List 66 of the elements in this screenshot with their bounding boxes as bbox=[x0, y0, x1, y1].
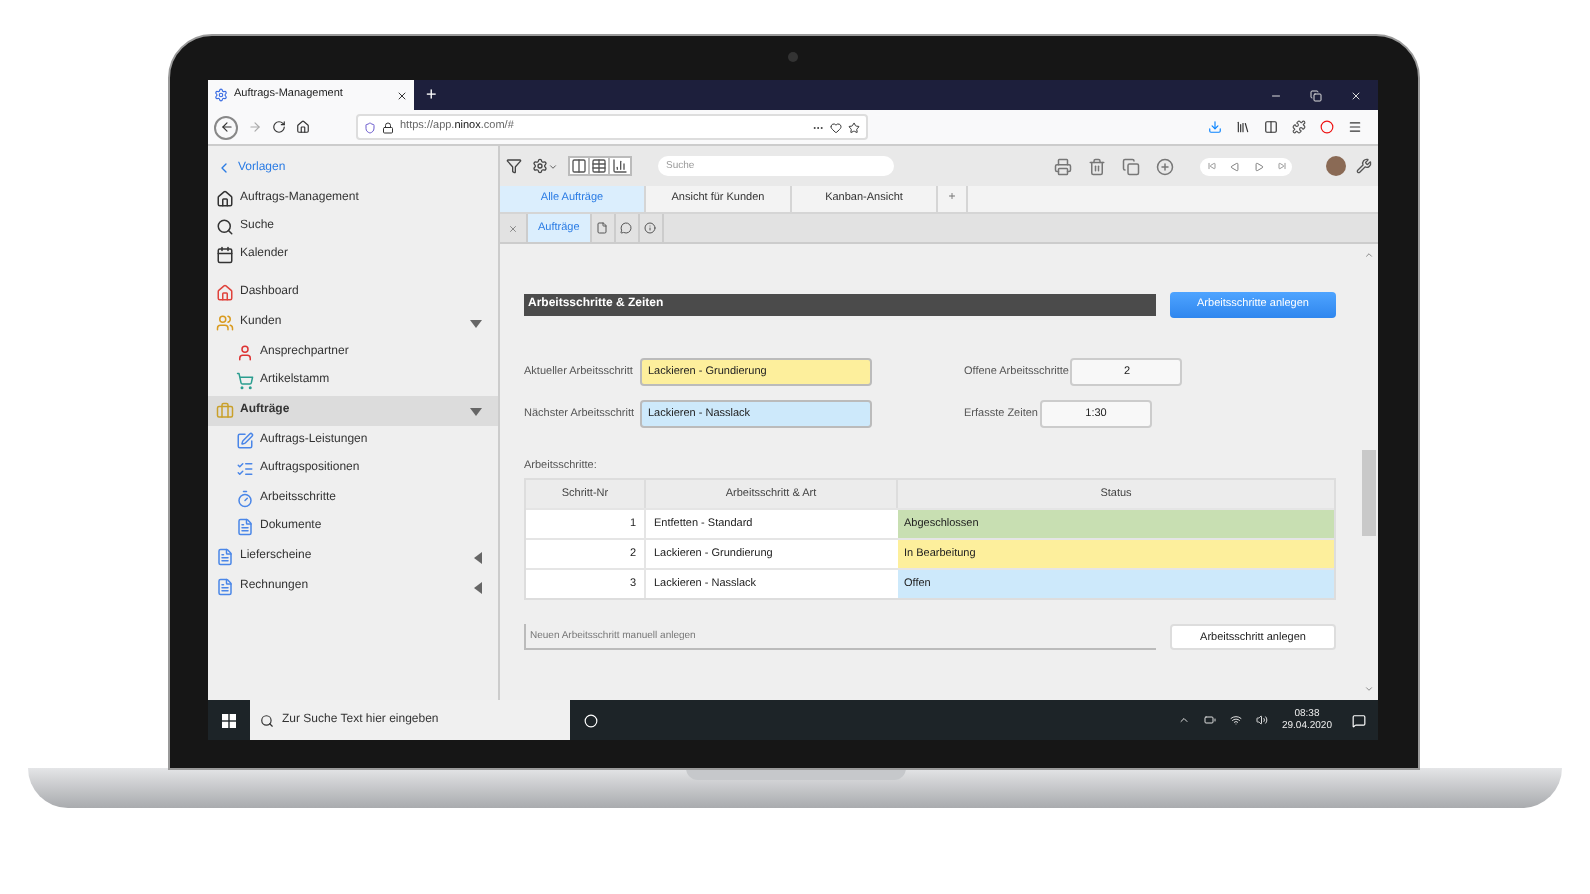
item-icon bbox=[236, 489, 254, 508]
library-icon[interactable] bbox=[1236, 120, 1250, 134]
gear-icon bbox=[532, 158, 548, 174]
next-record-icon bbox=[1253, 161, 1263, 171]
camera-icon bbox=[788, 52, 798, 62]
scrollbar-thumb[interactable] bbox=[1362, 450, 1376, 536]
minimize-icon[interactable] bbox=[1270, 89, 1282, 101]
module-icon bbox=[216, 578, 234, 596]
wrench-icon[interactable] bbox=[1356, 158, 1372, 174]
module-icon bbox=[216, 284, 234, 302]
caret-icon bbox=[548, 161, 558, 171]
expanded-caret-icon bbox=[470, 319, 482, 327]
item-icon bbox=[236, 431, 254, 450]
scroll-down-icon bbox=[1364, 684, 1374, 694]
info-icon bbox=[644, 222, 657, 234]
lock-icon bbox=[382, 121, 394, 133]
ring-icon[interactable] bbox=[1320, 120, 1334, 134]
close-icon[interactable] bbox=[396, 89, 408, 101]
item-icon bbox=[236, 460, 254, 479]
module-icon bbox=[216, 548, 234, 566]
file-icon bbox=[596, 222, 609, 234]
item-icon bbox=[236, 372, 254, 391]
circle-icon bbox=[583, 713, 597, 727]
expanded-caret-icon bbox=[470, 407, 482, 415]
module-icon bbox=[216, 402, 234, 420]
item-icon bbox=[236, 343, 254, 362]
item-icon bbox=[236, 518, 254, 537]
scroll-up-icon bbox=[1364, 250, 1374, 260]
reload-icon[interactable] bbox=[272, 120, 286, 134]
network-icon[interactable] bbox=[1229, 714, 1242, 726]
extension-icon[interactable] bbox=[1292, 120, 1306, 134]
notification-icon[interactable] bbox=[1352, 713, 1366, 727]
add-icon[interactable] bbox=[1156, 157, 1174, 175]
home-icon[interactable] bbox=[296, 120, 310, 134]
restore-icon[interactable] bbox=[1310, 89, 1322, 101]
chart-view-icon[interactable] bbox=[610, 158, 630, 174]
trash-icon[interactable] bbox=[1088, 157, 1106, 175]
chevron-left-icon bbox=[216, 160, 232, 176]
site-icon bbox=[214, 88, 228, 102]
info-tab[interactable] bbox=[639, 214, 664, 242]
module-icon bbox=[216, 314, 234, 332]
back-button[interactable] bbox=[214, 115, 238, 139]
new-tab-button[interactable]: + bbox=[414, 80, 449, 110]
copy-icon[interactable] bbox=[1122, 157, 1140, 175]
previous-record-icon bbox=[1229, 161, 1239, 171]
first-record-icon bbox=[1207, 162, 1215, 170]
list-view-icon[interactable] bbox=[570, 158, 590, 174]
table-view-icon[interactable] bbox=[590, 158, 610, 174]
comment-tab[interactable] bbox=[615, 214, 640, 242]
print-icon[interactable] bbox=[1054, 157, 1072, 175]
collapsed-caret-icon bbox=[474, 581, 482, 593]
battery-icon[interactable] bbox=[1203, 714, 1216, 726]
search-icon bbox=[260, 713, 274, 727]
volume-icon[interactable] bbox=[1255, 714, 1268, 726]
avatar[interactable] bbox=[1326, 156, 1346, 176]
filter-icon[interactable] bbox=[506, 158, 522, 174]
settings-button[interactable] bbox=[532, 158, 558, 174]
last-record-icon bbox=[1277, 162, 1285, 170]
comment-icon bbox=[620, 222, 633, 234]
collapsed-caret-icon bbox=[474, 551, 482, 563]
download-icon[interactable] bbox=[1208, 120, 1222, 134]
back-arrow-icon bbox=[219, 120, 233, 134]
bookmark-star-icon[interactable] bbox=[848, 121, 860, 133]
shield-icon bbox=[364, 121, 376, 133]
windows-logo-icon bbox=[222, 713, 236, 727]
menu-icon[interactable] bbox=[1348, 120, 1362, 134]
